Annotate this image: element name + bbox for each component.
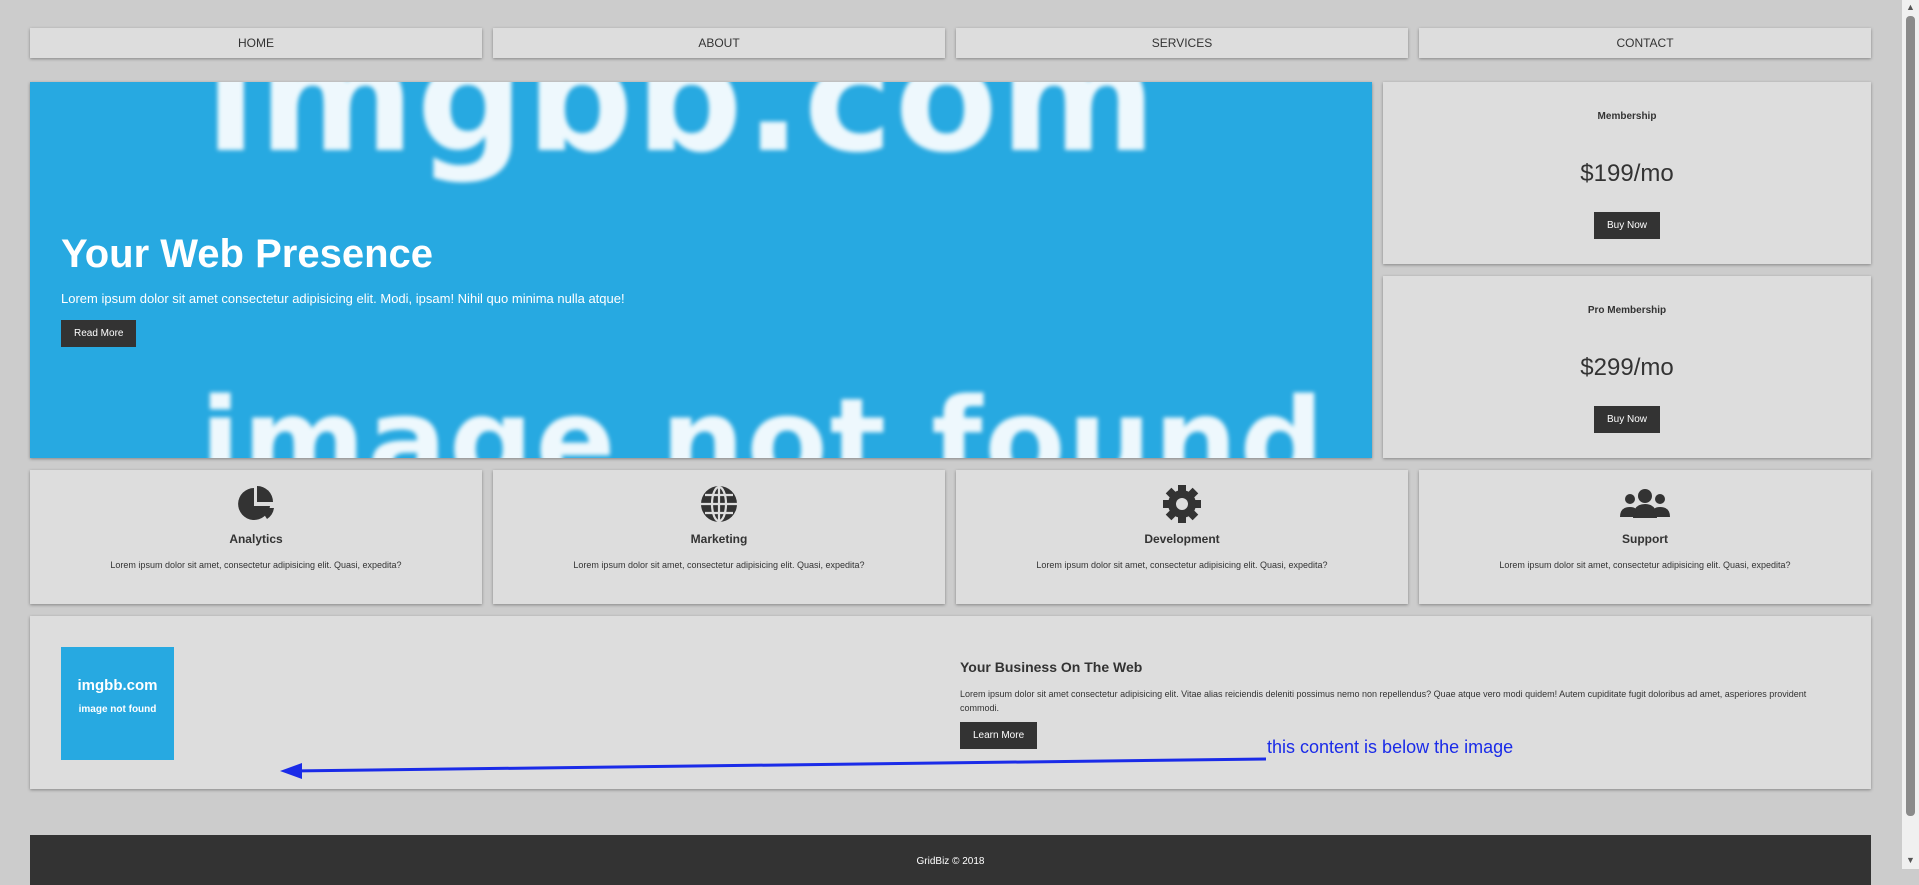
- nav-services[interactable]: SERVICES: [956, 28, 1408, 58]
- feature-title: Development: [1144, 532, 1220, 546]
- nav-about[interactable]: ABOUT: [493, 28, 945, 58]
- broken-image-text: imgbb.com: [77, 677, 158, 694]
- scrollbar[interactable]: ▲ ▼: [1902, 0, 1919, 869]
- users-icon: [1419, 484, 1871, 524]
- read-more-button[interactable]: Read More: [61, 320, 137, 347]
- broken-image-text-top: imgbb.com: [205, 82, 1159, 186]
- feature-text: Lorem ipsum dolor sit amet, consectetur …: [1499, 560, 1791, 570]
- showcase-text: Lorem ipsum dolor sit amet consectetur a…: [61, 291, 625, 306]
- footer-text: GridBiz © 2018: [916, 856, 985, 867]
- pie-chart-icon: [30, 484, 482, 524]
- scroll-down-icon[interactable]: ▼: [1906, 855, 1915, 865]
- feature-boxes: Analytics Lorem ipsum dolor sit amet, co…: [30, 470, 1871, 604]
- showcase-title: Your Web Presence: [61, 232, 433, 276]
- pro-membership-price: $299/mo: [1580, 354, 1674, 381]
- feature-box-analytics: Analytics Lorem ipsum dolor sit amet, co…: [30, 470, 482, 604]
- globe-icon: [493, 484, 945, 524]
- info-text: Lorem ipsum dolor sit amet consectetur a…: [960, 689, 1807, 713]
- showcase-content: Your Web Presence Lorem ipsum dolor sit …: [61, 232, 625, 347]
- feature-box-marketing: Marketing Lorem ipsum dolor sit amet, co…: [493, 470, 945, 604]
- info-title: Your Business On The Web: [960, 659, 1143, 675]
- feature-title: Support: [1622, 532, 1668, 546]
- feature-title: Analytics: [229, 532, 283, 546]
- feature-box-development: Development Lorem ipsum dolor sit amet, …: [956, 470, 1408, 604]
- gear-icon: [956, 484, 1408, 524]
- feature-text: Lorem ipsum dolor sit amet, consectetur …: [573, 560, 865, 570]
- pricing-sidebar: Membership $199/mo Buy Now Pro Membershi…: [1383, 82, 1871, 458]
- membership-title: Membership: [1597, 111, 1657, 122]
- info-section: imgbb.com image not found Your Business …: [30, 616, 1871, 789]
- pro-membership-title: Pro Membership: [1587, 305, 1667, 316]
- annotation-text: this content is below the image: [1267, 737, 1514, 757]
- buy-membership-button[interactable]: Buy Now: [1593, 212, 1660, 239]
- pro-membership-card: Pro Membership $299/mo Buy Now: [1383, 276, 1871, 458]
- page: HOME ABOUT SERVICES CONTACT imgbb.com im…: [30, 28, 1871, 789]
- feature-text: Lorem ipsum dolor sit amet, consectetur …: [1036, 560, 1328, 570]
- main-nav: HOME ABOUT SERVICES CONTACT: [30, 28, 1871, 58]
- broken-image-subtext: image not found: [78, 704, 157, 715]
- showcase: imgbb.com image not found Your Web Prese…: [30, 82, 1372, 458]
- info-content: Your Business On The Web Lorem ipsum dol…: [960, 659, 1840, 749]
- broken-image-text-bottom: image not found: [200, 372, 1327, 458]
- feature-title: Marketing: [690, 532, 748, 546]
- membership-card: Membership $199/mo Buy Now: [1383, 82, 1871, 264]
- membership-price: $199/mo: [1580, 160, 1674, 187]
- nav-contact[interactable]: CONTACT: [1419, 28, 1871, 58]
- feature-box-support: Support Lorem ipsum dolor sit amet, cons…: [1419, 470, 1871, 604]
- feature-text: Lorem ipsum dolor sit amet, consectetur …: [110, 560, 402, 570]
- learn-more-button[interactable]: Learn More: [960, 722, 1038, 749]
- scroll-up-icon[interactable]: ▲: [1906, 2, 1915, 12]
- top-section: imgbb.com image not found Your Web Prese…: [30, 82, 1871, 458]
- broken-info-image: imgbb.com image not found: [61, 647, 174, 760]
- scroll-thumb[interactable]: [1906, 16, 1915, 816]
- footer: GridBiz © 2018: [30, 835, 1871, 885]
- buy-pro-membership-button[interactable]: Buy Now: [1593, 406, 1660, 433]
- nav-home[interactable]: HOME: [30, 28, 482, 58]
